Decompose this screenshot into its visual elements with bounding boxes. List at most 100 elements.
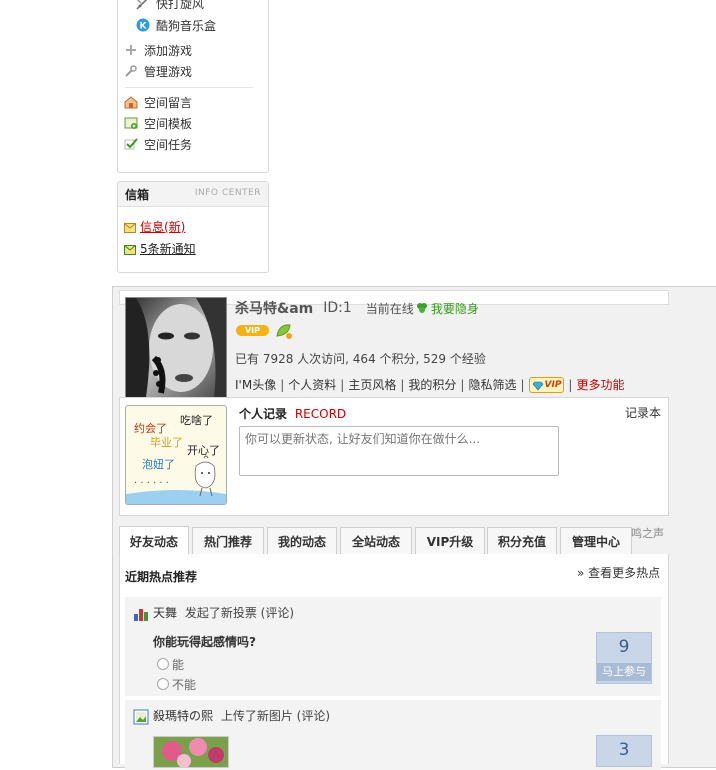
link-divider: | — [520, 377, 525, 392]
my-points-link[interactable]: 我的积分 — [408, 376, 456, 393]
tab-site-feed[interactable]: 全站动态 — [340, 527, 412, 554]
status-input[interactable] — [239, 426, 559, 476]
inbox-panel: 信箱 INFO CENTER 信息(新) 5条新通知 — [117, 181, 269, 273]
record-title-row: 个人记录 RECORD — [239, 405, 346, 422]
vote-count-box[interactable]: 9 马上参与 — [596, 632, 652, 684]
manage-game-link[interactable]: 管理游戏 — [124, 62, 192, 80]
clover-icon — [415, 301, 429, 315]
tab-label: 热门推荐 — [203, 534, 252, 549]
tab-friend-feed[interactable]: 好友动态 — [119, 526, 189, 555]
task-check-icon — [124, 137, 138, 151]
profile-name-row: 杀马特&am ID:1 当前在线 我要隐身 — [235, 298, 479, 318]
doodle-text: 毕业了 — [150, 436, 183, 449]
feed-action: 上传了新图片 (评论) — [220, 709, 331, 723]
poll-question: 你能玩得起感情吗? — [153, 635, 256, 649]
doodle-text: 泡妞了 — [142, 458, 175, 471]
wrench-icon — [124, 64, 138, 78]
avatar[interactable] — [125, 297, 227, 398]
tab-label: 我的动态 — [277, 534, 326, 549]
poll-option[interactable]: 能 — [157, 656, 184, 673]
vip-link-label: VIP — [544, 379, 562, 390]
link-divider: | — [400, 377, 405, 392]
space-template-label: 空间模板 — [144, 116, 193, 131]
poll-radio[interactable] — [157, 658, 169, 670]
profile-id: ID:1 — [323, 300, 352, 316]
tab-side-label[interactable]: 鸣之声 — [631, 525, 664, 541]
home-style-link[interactable]: 主页风格 — [348, 376, 396, 393]
vip-link[interactable]: VIP — [528, 376, 565, 393]
feed-photo-thumbnail[interactable] — [153, 736, 229, 768]
privacy-filter-link[interactable]: 隐私筛选 — [468, 376, 516, 393]
space-message-link[interactable]: 空间留言 — [124, 93, 192, 111]
manage-game-label: 管理游戏 — [144, 64, 193, 79]
record-doodle: 约会了 吃啥了 毕业了 开心了 泡妞了 . . . . . . — [125, 405, 227, 505]
inbox-subtitle: INFO CENTER — [194, 188, 261, 198]
feed-item-header: 天舞 发起了新投票 (评论) — [153, 604, 294, 621]
link-divider: | — [340, 377, 345, 392]
tab-my-feed[interactable]: 我的动态 — [267, 527, 337, 554]
vote-count-box[interactable]: 3 — [596, 735, 652, 767]
profile-info-link[interactable]: 个人资料 — [288, 376, 336, 393]
inbox-header: 信箱 INFO CENTER — [118, 182, 268, 207]
template-icon — [124, 116, 138, 130]
hide-link[interactable]: 我要隐身 — [431, 300, 479, 317]
add-game-link[interactable]: 添加游戏 — [124, 41, 192, 59]
poll-option-label: 能 — [172, 658, 185, 672]
feed-user[interactable]: 天舞 — [153, 606, 177, 620]
profile-stats: 已有 7928 人次访问, 464 个积分, 529 个经验 — [235, 352, 486, 366]
join-vote-button[interactable]: 马上参与 — [597, 663, 651, 681]
doodle-text: 吃啥了 — [180, 414, 213, 427]
inbox-title: 信箱 — [125, 188, 150, 202]
link-divider: | — [460, 377, 465, 392]
space-task-link[interactable]: 空间任务 — [124, 135, 192, 153]
vote-count: 3 — [618, 740, 630, 760]
sword-game-icon — [136, 0, 150, 10]
feed-section-title: 近期热点推荐 — [125, 570, 198, 584]
poll-option[interactable]: 不能 — [157, 676, 196, 693]
sidebar-game-label: 酷狗音乐盒 — [156, 18, 217, 33]
envelope-icon — [124, 222, 136, 233]
inbox-messages-row[interactable]: 信息(新) — [124, 218, 185, 235]
link-divider: | — [280, 377, 285, 392]
record-title: 个人记录 — [239, 407, 288, 421]
space-template-link[interactable]: 空间模板 — [124, 114, 192, 132]
doodle-text: 开心了 — [187, 444, 220, 457]
tab-label: 管理中心 — [571, 534, 620, 549]
tab-hot-recommend[interactable]: 热门推荐 — [192, 527, 264, 554]
more-hot-link[interactable]: » 查看更多热点 — [577, 564, 660, 581]
record-title-en: RECORD — [294, 407, 347, 421]
online-status: 当前在线 — [365, 301, 414, 316]
kugou-music-icon: K — [136, 18, 150, 32]
notebook-link[interactable]: 记录本 — [625, 404, 661, 421]
sidebar-panel: 快打旋风 K 酷狗音乐盒 添加游戏 管理游戏 空间留言 空间模板 空间任务 — [117, 0, 269, 173]
feed-user[interactable]: 殺瑪特の熙 — [153, 709, 213, 723]
add-game-label: 添加游戏 — [144, 43, 193, 58]
feed-action: 发起了新投票 (评论) — [184, 606, 295, 620]
tab-label: VIP升级 — [426, 534, 474, 549]
sidebar-game-item[interactable]: 快打旋风 — [136, 0, 204, 12]
svg-text:K: K — [140, 22, 148, 32]
sidebar-game-item[interactable]: K 酷狗音乐盒 — [136, 16, 216, 34]
poll-radio[interactable] — [157, 678, 169, 690]
tab-label: 好友动态 — [129, 534, 178, 549]
space-task-label: 空间任务 — [144, 137, 193, 152]
tab-vip-upgrade[interactable]: VIP升级 — [415, 527, 485, 554]
house-message-icon — [124, 95, 138, 109]
vote-count: 9 — [618, 637, 630, 657]
plus-icon — [124, 43, 138, 57]
diamond-icon — [532, 380, 544, 390]
inbox-notices-link[interactable]: 5条新通知 — [140, 240, 196, 257]
more-features-link[interactable]: 更多功能 — [576, 376, 624, 393]
tab-admin-center[interactable]: 管理中心 — [560, 527, 632, 554]
inbox-messages-link[interactable]: 信息(新) — [140, 218, 185, 235]
profile-name: 杀马特&am — [235, 301, 314, 317]
inbox-notices-row[interactable]: 5条新通知 — [124, 240, 196, 257]
link-divider: | — [568, 377, 573, 392]
doodle-text: . . . . . . — [134, 475, 169, 486]
avatar-link[interactable]: I'M头像 — [235, 376, 276, 393]
space-message-label: 空间留言 — [144, 95, 193, 110]
photo-icon — [133, 709, 149, 728]
tab-points-recharge[interactable]: 积分充值 — [487, 527, 557, 554]
sidebar-game-label: 快打旋风 — [156, 0, 205, 11]
feed-item-header: 殺瑪特の熙 上传了新图片 (评论) — [153, 707, 330, 724]
